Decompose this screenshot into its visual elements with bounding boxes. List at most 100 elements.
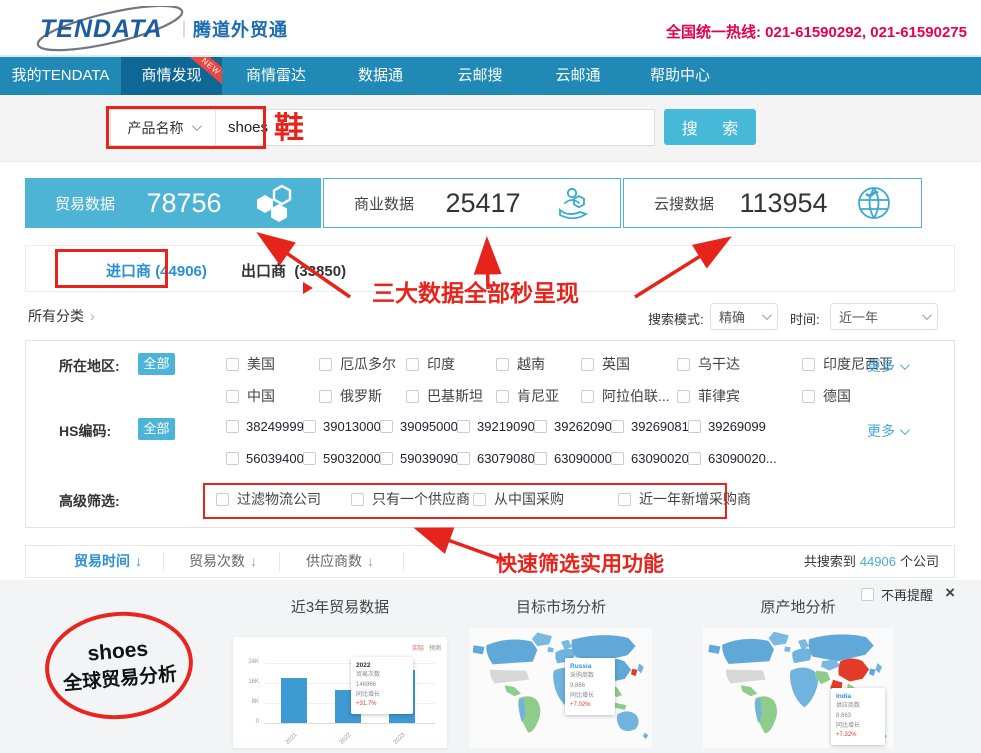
checkbox[interactable] (611, 452, 624, 465)
search-mode-select[interactable]: 精确 (710, 303, 778, 330)
region-option[interactable]: 俄罗斯 (319, 386, 406, 406)
nav-tab-my-tendata[interactable]: 我的TENDATA (0, 57, 121, 95)
region-option[interactable]: 乌干达 (677, 354, 802, 374)
hs-more-link[interactable]: 更多 (867, 421, 907, 441)
checkbox[interactable] (611, 420, 624, 433)
checkbox[interactable] (496, 358, 509, 371)
checkbox[interactable] (319, 358, 332, 371)
checkbox-label: 39262090 (554, 419, 612, 434)
checkbox[interactable] (688, 420, 701, 433)
checkbox[interactable] (406, 358, 419, 371)
checkbox[interactable] (216, 493, 229, 506)
region-option[interactable]: 阿拉伯联... (581, 386, 677, 406)
nav-tab-cloud-mail-search[interactable]: 云邮搜 (431, 57, 529, 95)
checkbox[interactable] (496, 390, 509, 403)
checkbox[interactable] (319, 390, 332, 403)
sort-trade-time[interactable]: 贸易时间↓ (74, 546, 142, 577)
tab-importers[interactable]: 进口商 (44906) (106, 260, 207, 281)
business-data-value: 25417 (414, 188, 552, 219)
region-option[interactable]: 中国 (226, 386, 319, 406)
region-option[interactable]: 美国 (226, 354, 319, 374)
hs-option[interactable]: 56039400 (226, 451, 303, 466)
nav-tab-business-discovery[interactable]: 商情发现 NEW (121, 57, 222, 95)
region-option[interactable]: 印度 (406, 354, 496, 374)
hs-option[interactable]: 63079080 (457, 451, 534, 466)
nav-tab-help-center[interactable]: 帮助中心 (627, 57, 733, 95)
advanced-option[interactable]: 近一年新增采购商 (618, 489, 751, 509)
checkbox[interactable] (380, 420, 393, 433)
checkbox[interactable] (802, 390, 815, 403)
advanced-option[interactable]: 只有一个供应商 (351, 489, 473, 509)
checkbox[interactable] (303, 420, 316, 433)
time-filter-select[interactable]: 近一年 (830, 303, 938, 330)
region-option[interactable]: 越南 (496, 354, 581, 374)
advanced-option[interactable]: 从中国采购 (473, 489, 618, 509)
hs-option[interactable]: 39269081 (611, 419, 688, 434)
region-option[interactable]: 德国 (802, 386, 851, 406)
target-market-map[interactable]: Russia 采购商数 9,866 同比增长 +7.02% (470, 628, 652, 748)
tab-exporters[interactable]: 出口商 (33850) (241, 260, 346, 281)
checkbox[interactable] (802, 358, 815, 371)
nav-tab-business-radar[interactable]: 商情雷达 (222, 57, 330, 95)
sort-trade-count[interactable]: 贸易次数↓ (189, 546, 257, 577)
nav-tab-data-pass[interactable]: 数据通 (330, 57, 431, 95)
all-categories-link[interactable]: 所有分类› (28, 306, 95, 326)
checkbox[interactable] (351, 493, 364, 506)
hs-option[interactable]: 39269099 (688, 419, 765, 434)
origin-analysis-map[interactable]: India 供应商数 8,663 同比增长 +7.32% (703, 628, 893, 748)
region-more-link[interactable]: 更多 (867, 356, 907, 376)
checkbox-label: 63079080 (477, 451, 535, 466)
advanced-option[interactable]: 过滤物流公司 (216, 489, 351, 509)
region-option[interactable]: 英国 (581, 354, 677, 374)
hs-option[interactable]: 63090000 (534, 451, 611, 466)
checkbox[interactable] (226, 390, 239, 403)
checkbox-label: 俄罗斯 (340, 386, 382, 406)
checkbox[interactable] (406, 390, 419, 403)
region-option[interactable]: 巴基斯坦 (406, 386, 496, 406)
checkbox[interactable] (226, 420, 239, 433)
trade-data-card[interactable]: 贸易数据 78756 (25, 178, 321, 228)
checkbox[interactable] (534, 420, 547, 433)
region-option[interactable]: 厄瓜多尔 (319, 354, 406, 374)
checkbox-label: 59039090 (400, 451, 458, 466)
checkbox[interactable] (380, 452, 393, 465)
hs-option[interactable]: 39262090 (534, 419, 611, 434)
checkbox[interactable] (457, 420, 470, 433)
hs-all-badge[interactable]: 全部 (138, 418, 175, 440)
region-option[interactable]: 肯尼亚 (496, 386, 581, 406)
hs-option[interactable]: 63090020... (611, 451, 688, 466)
business-data-card[interactable]: 商业数据 25417 (323, 178, 621, 228)
nav-tab-cloud-mail[interactable]: 云邮通 (529, 57, 627, 95)
region-option[interactable]: 菲律宾 (677, 386, 802, 406)
hs-option[interactable]: 59039090 (380, 451, 457, 466)
checkbox[interactable] (226, 358, 239, 371)
checkbox[interactable] (688, 452, 701, 465)
checkbox[interactable] (618, 493, 631, 506)
checkbox[interactable] (677, 390, 690, 403)
checkbox[interactable] (303, 452, 316, 465)
checkbox-label: 菲律宾 (698, 386, 740, 406)
checkbox[interactable] (581, 358, 594, 371)
search-category-dropdown[interactable]: 产品名称 (111, 110, 216, 145)
checkbox[interactable] (457, 452, 470, 465)
trade-bar-chart[interactable]: 实际 预测 24K 16K 8K 0 2021 2022 2023 2022 贸… (233, 637, 447, 748)
hs-option[interactable]: 63090020... (688, 451, 765, 466)
hs-option[interactable]: 59032000 (303, 451, 380, 466)
hs-option[interactable]: 39095000 (380, 419, 457, 434)
hs-option[interactable]: 39219090 (457, 419, 534, 434)
search-button[interactable]: 搜 索 (664, 109, 756, 145)
search-mode-label: 搜索模式: (648, 309, 704, 328)
checkbox-label: 59032000 (323, 451, 381, 466)
checkbox[interactable] (534, 452, 547, 465)
sort-supplier-count[interactable]: 供应商数↓ (306, 546, 374, 577)
search-input[interactable] (216, 110, 654, 145)
hs-option[interactable]: 39013000 (303, 419, 380, 434)
checkbox[interactable] (677, 358, 690, 371)
close-icon[interactable]: × (945, 583, 955, 603)
region-all-badge[interactable]: 全部 (138, 353, 175, 375)
checkbox[interactable] (581, 390, 594, 403)
cloud-search-data-card[interactable]: 云搜数据 113954 (623, 178, 922, 228)
checkbox[interactable] (473, 493, 486, 506)
checkbox[interactable] (226, 452, 239, 465)
hs-option[interactable]: 38249999 (226, 419, 303, 434)
